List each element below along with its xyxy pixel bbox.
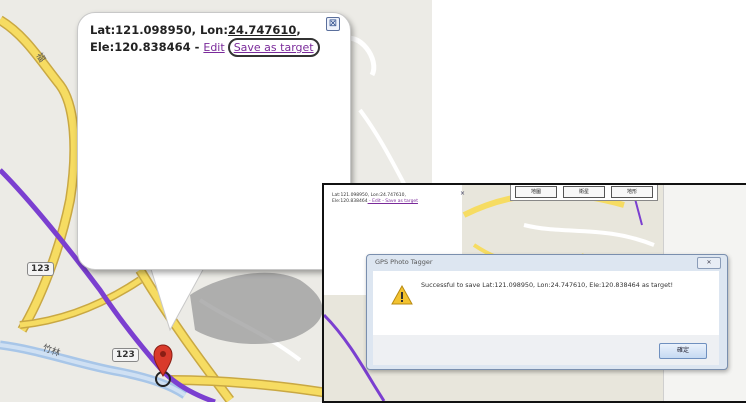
map-pin-icon[interactable] <box>150 342 176 388</box>
inset-lat-lon-text: Lat:121.098950, Lon:24.747610, <box>332 193 406 198</box>
inset-elevation-text: Ele:120.838464 <box>332 199 368 204</box>
road-shield: 123 <box>27 262 54 276</box>
lon-comma: , <box>296 23 301 37</box>
dialog-footer: 確定 <box>373 335 719 365</box>
dialog-title: GPS Photo Tagger <box>375 258 433 266</box>
edit-separator: - <box>190 40 204 54</box>
dialog-close-icon[interactable]: ✕ <box>697 257 721 269</box>
save-as-target-link[interactable]: Save as target <box>227 38 320 57</box>
inset-links[interactable]: - Edit - Save as target <box>368 199 418 204</box>
ok-button[interactable]: 確定 <box>659 343 707 359</box>
road-shield: 123 <box>112 348 139 362</box>
satellite-type-button[interactable]: 衛星 <box>563 186 605 198</box>
message-dialog: GPS Photo Tagger ✕ Successful to save La… <box>366 254 728 370</box>
dialog-body: Successful to save Lat:121.098950, Lon:2… <box>373 271 719 335</box>
inset-infowindow-content: Lat:121.098950, Lon:24.747610, Ele:120.8… <box>332 193 456 205</box>
inset-screenshot: Lat:121.098950, Lon:24.747610, Ele:120.8… <box>322 183 746 403</box>
lon-value: 24.747610 <box>227 23 297 37</box>
warning-icon <box>391 285 413 305</box>
map-infowindow: Lat:121.098950, Lon:24.747610, Ele:120.8… <box>77 12 351 270</box>
infowindow-content: Lat:121.098950, Lon:24.747610, Ele:120.8… <box>90 23 320 57</box>
dialog-message: Successful to save Lat:121.098950, Lon:2… <box>421 281 674 289</box>
elevation-text: Ele:120.838464 <box>90 40 191 54</box>
map-type-button[interactable]: 地圖 <box>515 186 557 198</box>
terrain-type-button[interactable]: 地形 <box>611 186 653 198</box>
lat-lon-text: Lat:121.098950, Lon: <box>90 23 228 37</box>
inset-close-icon[interactable]: × <box>460 190 465 197</box>
infowindow-close-icon[interactable]: ⊠ <box>326 17 340 31</box>
inset-map-type-toolbar: 地圖 衛星 地形 <box>510 185 658 201</box>
edit-link[interactable]: Edit <box>203 41 224 54</box>
